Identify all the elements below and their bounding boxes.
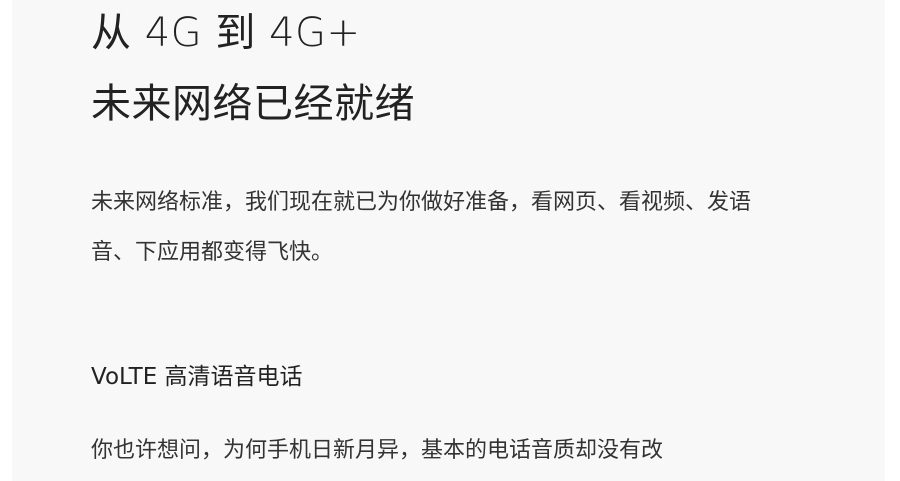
intro-paragraph: 未来网络标准，我们现在就已为你做好准备，看网页、看视频、发语音、下应用都变得飞快… <box>91 190 752 265</box>
volte-heading: VoLTE 高清语音电话 <box>91 364 303 390</box>
volte-paragraph: 你也许想问，为何手机日新月异，基本的电话音质却没有改 <box>91 438 664 463</box>
hero-title-line-2: 未来网络已经就绪 <box>91 81 415 127</box>
hero-title-line-1: 从 4G 到 4G+ <box>91 10 361 56</box>
content-panel: 从 4G 到 4G+ 未来网络已经就绪 未来网络标准，我们现在就已为你做好准备，… <box>12 0 885 481</box>
